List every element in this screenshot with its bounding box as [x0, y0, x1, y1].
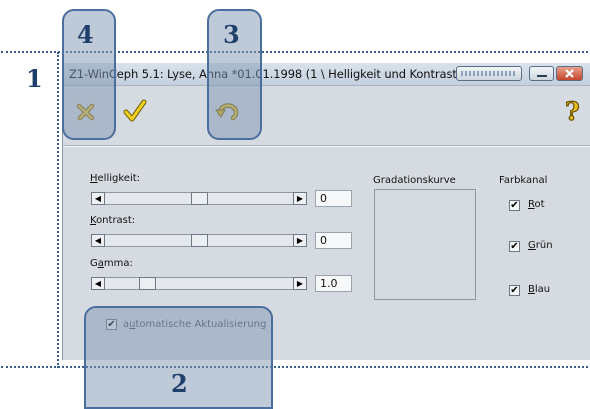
- progress-indicator: [456, 66, 522, 81]
- contrast-label: Kontrast:: [90, 215, 136, 226]
- ok-check-icon[interactable]: [123, 99, 147, 123]
- toolbar-separator: [63, 145, 590, 147]
- callout-3-number: 3: [223, 20, 240, 49]
- callout-frame-left: [57, 52, 59, 368]
- help-question-icon[interactable]: ?: [563, 98, 585, 124]
- brightness-slider-thumb[interactable]: [191, 192, 208, 205]
- gamma-right-arrow[interactable]: ▶: [293, 277, 307, 290]
- gamma-slider-thumb[interactable]: [139, 277, 156, 290]
- channel-red-label: Rot: [528, 199, 545, 210]
- brightness-label: Helligkeit:: [90, 173, 141, 184]
- gamma-slider[interactable]: [91, 277, 307, 290]
- callout-4-number: 4: [77, 20, 94, 49]
- channel-red-checkbox[interactable]: ✔: [509, 200, 520, 211]
- gamma-value[interactable]: 1.0: [315, 275, 352, 292]
- window-title: Z1-WinCeph 5.1: Lyse, Anna *01.01.1998 (…: [69, 67, 457, 81]
- title-bar: Z1-WinCeph 5.1: Lyse, Anna *01.01.1998 (…: [63, 63, 590, 86]
- gradation-label: Gradationskurve: [373, 175, 456, 186]
- brightness-right-arrow[interactable]: ▶: [293, 192, 307, 205]
- brightness-left-arrow[interactable]: ◀: [91, 192, 105, 205]
- gamma-left-arrow[interactable]: ◀: [91, 277, 105, 290]
- svg-text:?: ?: [565, 98, 580, 124]
- callout-1-number: 1: [26, 64, 43, 93]
- callout-2-number: 2: [171, 369, 188, 398]
- channel-blue-label: Blau: [528, 284, 551, 295]
- gamma-label: Gamma:: [90, 258, 133, 269]
- channel-green-label: Grün: [528, 240, 553, 251]
- minimize-icon: [537, 75, 547, 77]
- gradation-curve-panel[interactable]: [374, 189, 476, 300]
- close-button[interactable]: [556, 66, 583, 81]
- contrast-right-arrow[interactable]: ▶: [293, 234, 307, 247]
- close-icon: [565, 69, 574, 78]
- minimize-button[interactable]: [529, 66, 554, 81]
- brightness-value[interactable]: 0: [315, 190, 352, 207]
- contrast-left-arrow[interactable]: ◀: [91, 234, 105, 247]
- channel-green-checkbox[interactable]: ✔: [509, 241, 520, 252]
- contrast-value[interactable]: 0: [315, 232, 352, 249]
- contrast-slider-thumb[interactable]: [191, 234, 208, 247]
- color-channel-label: Farbkanal: [499, 175, 548, 186]
- channel-blue-checkbox[interactable]: ✔: [509, 285, 520, 296]
